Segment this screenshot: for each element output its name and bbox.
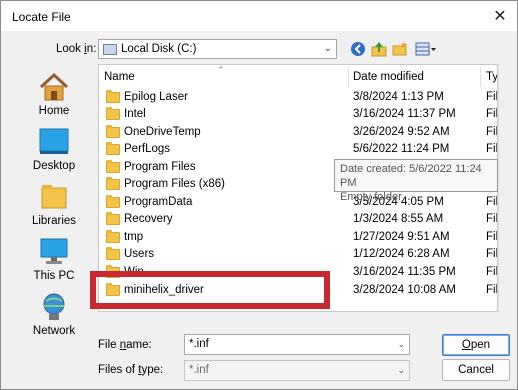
place-network[interactable]: Network — [24, 292, 84, 344]
file-type: Fil — [486, 126, 498, 138]
view-menu-icon[interactable] — [414, 40, 438, 58]
chevron-down-icon: ⌄ — [323, 43, 332, 54]
place-home[interactable]: Home — [24, 72, 84, 124]
highlight-annotation-box — [90, 271, 330, 309]
folder-icon — [106, 107, 120, 120]
place-libraries[interactable]: Libraries — [24, 182, 84, 234]
file-type: Fil — [486, 266, 498, 278]
file-date: 1/27/2024 9:51 AM — [353, 231, 450, 243]
file-type-label: Files of type: — [98, 364, 164, 376]
file-date: 3/16/2024 11:37 PM — [353, 108, 456, 120]
list-item[interactable]: tmp 1/27/2024 9:51 AM Fil — [99, 229, 498, 246]
desktop-icon — [38, 127, 70, 157]
file-name: ProgramData — [124, 196, 193, 208]
file-name: Recovery — [124, 213, 173, 225]
locate-file-dialog: Locate File ✕ Look in: Local Disk (C:) ⌄… — [0, 0, 518, 390]
column-header-date-modified[interactable]: Date modified — [353, 65, 424, 89]
file-date: 3/16/2024 11:35 PM — [353, 266, 456, 278]
list-item[interactable]: Recovery 1/3/2024 8:55 AM Fil — [99, 211, 498, 228]
list-item[interactable]: Epilog Laser 3/8/2024 1:13 PM Fil — [99, 89, 498, 106]
chevron-down-icon[interactable]: ⌄ — [397, 339, 405, 350]
tooltip-created: Date created: 5/6/2022 11:24 PM — [340, 163, 482, 189]
folder-icon — [106, 90, 120, 103]
column-header-name[interactable]: Name — [104, 65, 135, 89]
look-in-combo[interactable]: Local Disk (C:) ⌄ — [98, 39, 337, 59]
file-date: 1/12/2024 6:28 AM — [353, 248, 450, 260]
new-folder-icon[interactable] — [391, 40, 409, 58]
file-date: 3/8/2024 1:13 PM — [353, 91, 444, 103]
open-button[interactable]: Open — [442, 334, 510, 356]
place-label: Libraries — [31, 215, 77, 227]
list-item[interactable]: Intel 3/16/2024 11:37 PM Fil — [99, 106, 498, 123]
file-type: Fil — [486, 143, 498, 155]
cancel-button[interactable]: Cancel — [442, 359, 510, 381]
file-type: Fil — [486, 284, 498, 296]
column-header-type[interactable]: Ty — [486, 65, 497, 89]
file-date: 5/6/2022 11:24 PM — [353, 143, 450, 155]
file-date: 3/28/2024 10:08 AM — [353, 284, 456, 296]
file-name: Users — [124, 248, 155, 260]
look-in-label: Look in: — [56, 43, 97, 55]
sort-ascending-icon: ⌃ — [217, 65, 225, 75]
file-date: 1/3/2024 8:55 AM — [353, 213, 444, 225]
file-name-value: *.inf — [189, 338, 209, 350]
file-type-value: *.inf — [189, 364, 209, 376]
folder-icon — [106, 177, 120, 190]
place-label: This PC — [33, 270, 75, 282]
file-type: Fil — [486, 213, 498, 225]
vertical-scrollbar[interactable] — [498, 64, 510, 312]
file-name: Program Files (x86) — [124, 178, 225, 190]
file-name: Intel — [124, 108, 146, 120]
file-name: OneDriveTemp — [124, 126, 201, 138]
window-title: Locate File — [12, 10, 71, 24]
chevron-down-icon[interactable]: ⌄ — [397, 365, 405, 376]
title-bar: Locate File ✕ — [1, 1, 517, 31]
file-type-select[interactable]: *.inf ⌄ — [184, 360, 410, 381]
network-icon — [38, 292, 70, 322]
file-type: Fil — [486, 91, 498, 103]
close-icon[interactable]: ✕ — [489, 5, 511, 27]
file-name-field[interactable]: *.inf ⌄ — [184, 334, 410, 355]
list-item[interactable]: Users 1/12/2024 6:28 AM Fil — [99, 246, 498, 263]
places-bar: Home Desktop Libraries This PC Network — [24, 64, 84, 349]
home-icon — [38, 72, 70, 102]
list-item[interactable]: PerfLogs 5/6/2022 11:24 PM Fil — [99, 141, 498, 158]
place-label: Network — [32, 325, 76, 337]
file-name: tmp — [124, 231, 144, 243]
drive-icon — [103, 43, 117, 55]
file-type: Fil — [486, 108, 498, 120]
file-type: Fil — [486, 248, 498, 260]
back-icon[interactable] — [349, 40, 367, 58]
folder-tooltip: Date created: 5/6/2022 11:24 PM Empty fo… — [334, 159, 498, 203]
up-folder-icon[interactable] — [370, 40, 388, 58]
folder-icon — [106, 160, 120, 173]
list-item[interactable]: OneDriveTemp 3/26/2024 9:52 AM Fil — [99, 124, 498, 141]
folder-icon — [106, 195, 120, 208]
look-in-location: Local Disk (C:) — [121, 43, 197, 55]
place-label: Home — [38, 105, 70, 117]
place-label: Desktop — [32, 160, 76, 172]
file-date: 3/26/2024 9:52 AM — [353, 126, 450, 138]
tooltip-status: Empty folder — [340, 191, 402, 203]
folder-icon — [106, 230, 120, 243]
place-this-pc[interactable]: This PC — [24, 237, 84, 289]
column-divider[interactable] — [480, 67, 481, 87]
file-name: PerfLogs — [124, 143, 171, 155]
file-type: Fil — [486, 231, 498, 243]
folder-icon — [106, 247, 120, 260]
folder-icon — [106, 212, 120, 225]
this-pc-icon — [38, 237, 70, 267]
libraries-icon — [38, 182, 70, 212]
file-name: Epilog Laser — [124, 91, 188, 103]
file-name-label: File name: — [98, 339, 152, 351]
folder-icon — [106, 142, 120, 155]
place-desktop[interactable]: Desktop — [24, 127, 84, 179]
file-name: Program Files — [124, 161, 196, 173]
column-divider[interactable] — [348, 67, 349, 87]
folder-icon — [106, 125, 120, 138]
